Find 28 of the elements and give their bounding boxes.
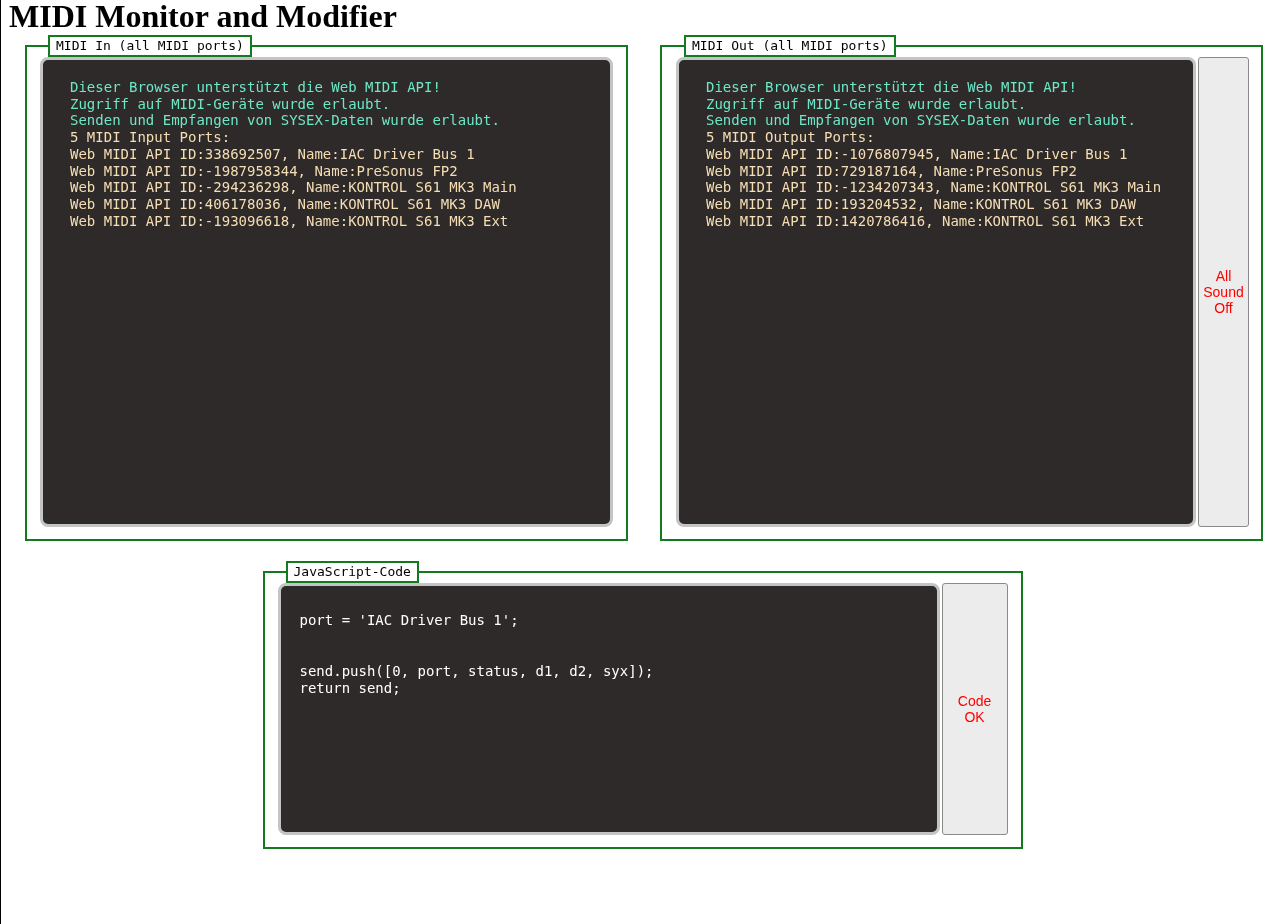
console-line: Web MIDI API ID:1420786416, Name:KONTROL S61 MK3 Ext — [706, 212, 1145, 230]
console-line: Zugriff auf MIDI-Geräte wurde erlaubt. — [70, 95, 391, 113]
console-line: Dieser Browser unterstützt die Web MIDI API! — [706, 79, 1077, 96]
panel-legend: JavaScript-Code — [285, 561, 419, 583]
console-line: Web MIDI API ID:-294236298, Name:KONTROL S61 MK3 Main — [70, 179, 517, 196]
panel-legend: MIDI Out (all MIDI ports) — [684, 35, 896, 57]
side-button[interactable]: All Sound Off — [1198, 57, 1249, 527]
console-line: Web MIDI API ID:338692507, Name:IAC Driver Bus 1 — [70, 145, 475, 163]
code-line: port = 'IAC Driver Bus 1'; — [299, 612, 519, 629]
code-editor[interactable]: port = 'IAC Driver Bus 1'; send.push([0, port, status, d1, d2, syx]); return send; — [277, 583, 940, 835]
panel-legend: MIDI In (all MIDI ports) — [48, 35, 252, 57]
console-line: Web MIDI API ID:-1076807945, Name:IAC Driver Bus 1 — [706, 145, 1128, 163]
page-title: MIDI Monitor and Modifier — [9, 0, 397, 32]
code-line: send.push([0, port, status, d1, d2, syx]); — [299, 663, 654, 680]
console-line: Senden und Empfangen von SYSEX-Daten wurde erlaubt. — [70, 112, 500, 130]
side-button[interactable]: Code OK — [941, 583, 1008, 835]
console-line: Senden und Empfangen von SYSEX-Daten wurde erlaubt. — [706, 112, 1136, 130]
console-line: Web MIDI API ID:-193096618, Name:KONTROL S61 MK3 Ext — [70, 212, 509, 230]
console-line: 5 MIDI Output Ports: — [706, 129, 875, 146]
console-line: 5 MIDI Input Ports: — [70, 129, 231, 146]
console-line: Web MIDI API ID:-1987958344, Name:PreSonus FP2 — [70, 162, 458, 180]
code-line: return send; — [299, 680, 401, 697]
console-line: Web MIDI API ID:729187164, Name:PreSonus FP2 — [706, 162, 1077, 180]
console-line: Web MIDI API ID:193204532, Name:KONTROL S61 MK3 DAW — [706, 195, 1136, 213]
console-line: Zugriff auf MIDI-Geräte wurde erlaubt. — [706, 95, 1027, 113]
console-line: Dieser Browser unterstützt die Web MIDI API! — [70, 79, 441, 96]
console-line: Web MIDI API ID:406178036, Name:KONTROL S61 MK3 DAW — [70, 195, 500, 213]
console-line: Web MIDI API ID:-1234207343, Name:KONTROL S61 MK3 Main — [706, 179, 1162, 196]
